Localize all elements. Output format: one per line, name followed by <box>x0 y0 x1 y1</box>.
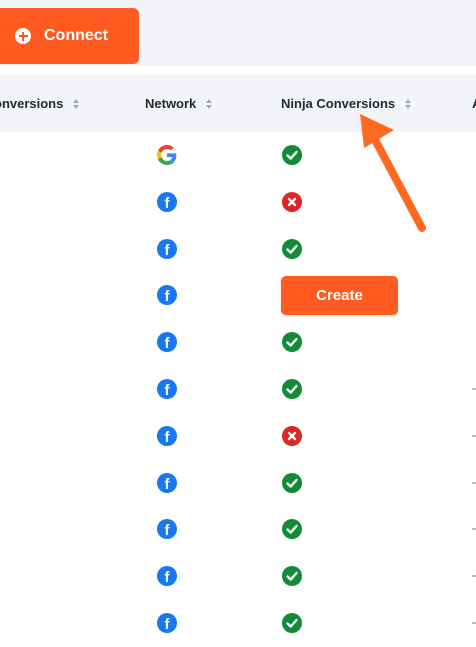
column-header-conversions[interactable]: onversions <box>0 75 80 132</box>
cropped-cell-mark <box>472 434 476 437</box>
column-header-network[interactable]: Network <box>145 75 213 132</box>
connect-button[interactable]: Connect <box>0 8 139 64</box>
facebook-icon: f <box>157 191 177 212</box>
facebook-icon: f <box>157 238 177 259</box>
check-icon <box>282 238 302 259</box>
facebook-icon: f <box>157 332 177 353</box>
facebook-icon: f <box>157 425 177 446</box>
sort-icon[interactable] <box>72 98 80 110</box>
check-icon <box>282 613 302 633</box>
table-row: f <box>0 506 476 553</box>
create-button[interactable]: Create <box>281 276 398 316</box>
cropped-cell-mark <box>472 388 476 390</box>
check-icon <box>282 566 302 587</box>
facebook-icon: f <box>157 472 177 493</box>
annotation-arrow-icon <box>360 114 426 232</box>
plus-circle-icon <box>15 28 31 44</box>
check-icon <box>282 472 302 493</box>
table-row: f <box>0 319 476 366</box>
toolbar: Connect <box>0 0 476 66</box>
google-icon <box>157 145 177 165</box>
facebook-icon: f <box>157 566 177 587</box>
check-icon <box>282 519 302 540</box>
facebook-icon: f <box>157 379 177 399</box>
table-row: f Create <box>0 272 476 319</box>
table-row: f <box>0 553 476 600</box>
table-row: f <box>0 600 476 647</box>
error-icon <box>282 191 302 212</box>
table-row: f <box>0 413 476 460</box>
facebook-icon: f <box>157 285 177 306</box>
check-icon <box>282 332 302 353</box>
connect-button-label: Connect <box>44 27 108 44</box>
cropped-cell-mark <box>472 622 476 624</box>
error-icon <box>282 425 302 446</box>
sort-icon[interactable] <box>404 98 412 110</box>
table-row: f <box>0 366 476 413</box>
cropped-cell-mark <box>472 575 476 578</box>
facebook-icon: f <box>157 613 177 633</box>
sort-icon[interactable] <box>205 98 213 110</box>
column-header-next[interactable]: A <box>472 75 476 132</box>
facebook-icon: f <box>157 519 177 540</box>
cropped-cell-mark <box>472 481 476 484</box>
check-icon <box>282 379 302 399</box>
check-icon <box>282 145 302 165</box>
table-row: f <box>0 460 476 507</box>
cropped-cell-mark <box>472 528 476 531</box>
